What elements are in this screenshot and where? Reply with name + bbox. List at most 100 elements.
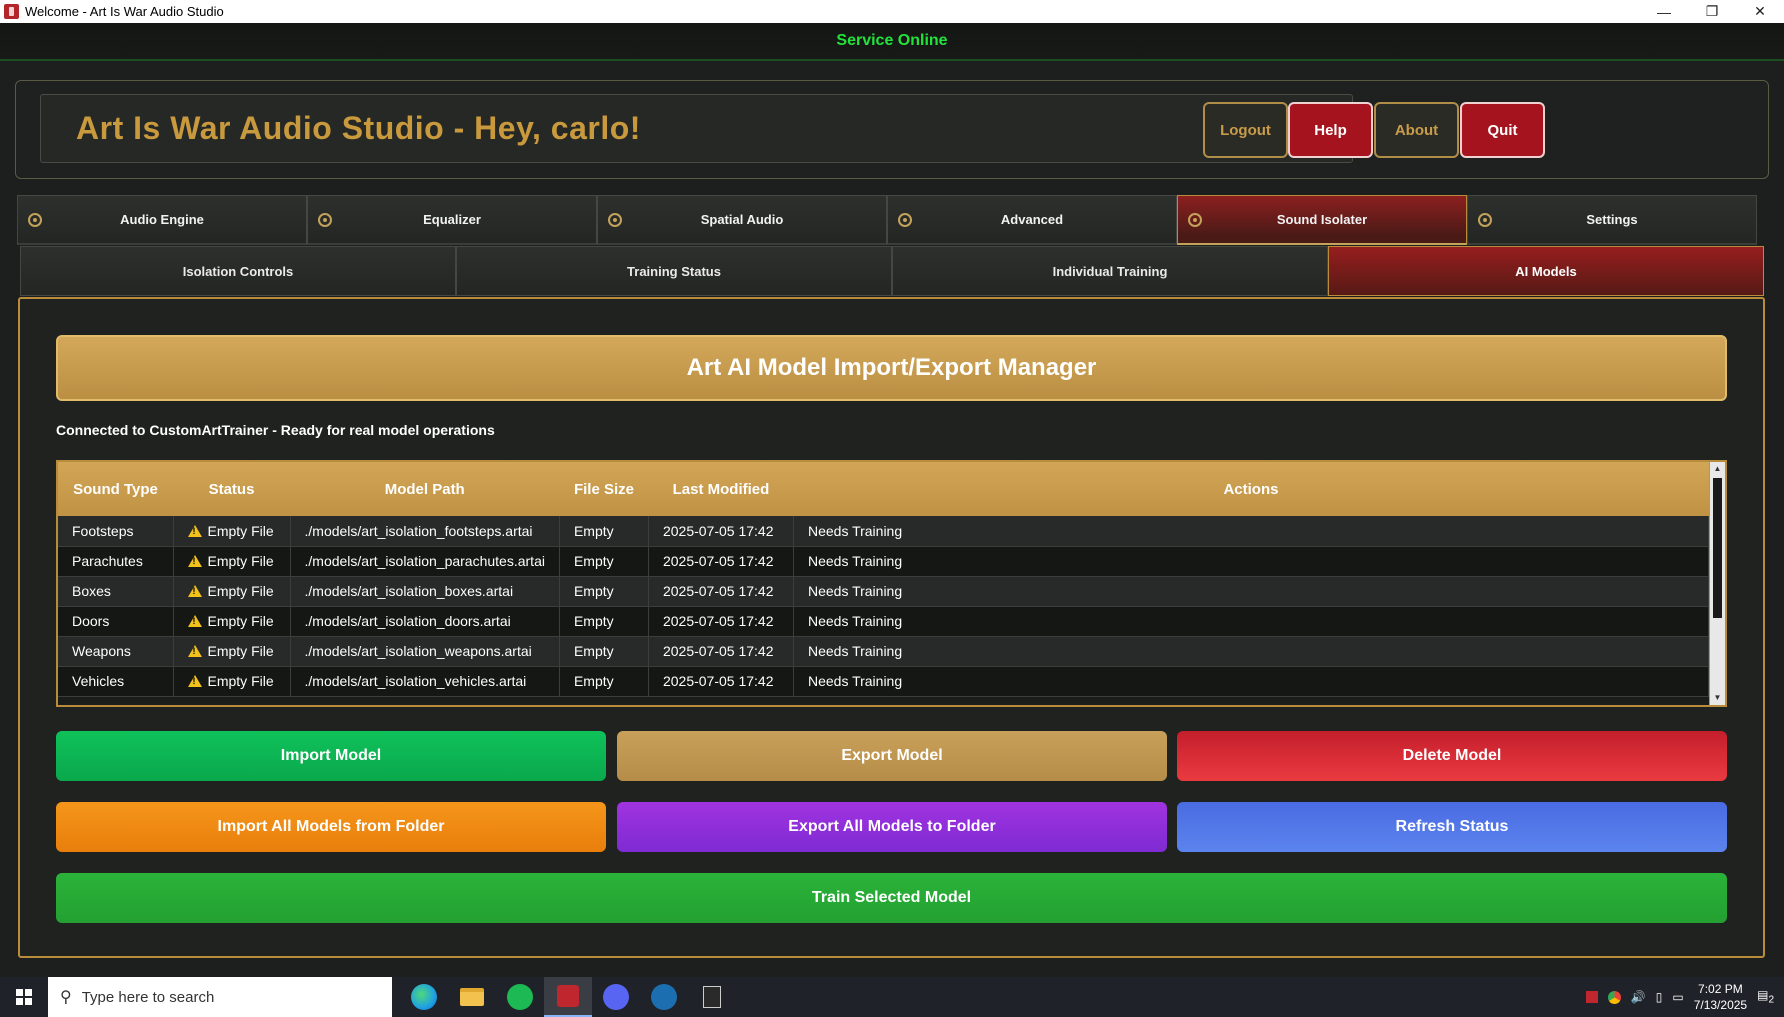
- table-row[interactable]: BoxesEmpty File./models/art_isolation_bo…: [58, 576, 1710, 607]
- col-file-size[interactable]: File Size: [559, 462, 649, 516]
- ai-models-panel: Art AI Model Import/Export Manager Conne…: [18, 297, 1765, 958]
- logout-button[interactable]: Logout: [1203, 102, 1288, 158]
- table-row[interactable]: FootstepsEmpty File./models/art_isolatio…: [58, 516, 1710, 547]
- models-table: Sound Type Status Model Path File Size L…: [56, 460, 1727, 707]
- tab-settings[interactable]: Settings: [1467, 195, 1757, 245]
- close-button[interactable]: ✕: [1736, 0, 1784, 23]
- export-model-button[interactable]: Export Model: [617, 731, 1167, 781]
- warning-icon: [187, 675, 202, 687]
- cell-action: Needs Training: [793, 576, 1710, 607]
- app-title: Art Is War Audio Studio - Hey, carlo!: [40, 94, 1353, 163]
- tab-spatial-audio[interactable]: Spatial Audio: [597, 195, 887, 245]
- epic-games-icon[interactable]: [688, 977, 736, 1017]
- subtab-isolation-controls[interactable]: Isolation Controls: [20, 246, 456, 296]
- help-button[interactable]: Help: [1288, 102, 1373, 158]
- quit-button[interactable]: Quit: [1460, 102, 1545, 158]
- tab-equalizer[interactable]: Equalizer: [307, 195, 597, 245]
- chrome-icon[interactable]: [1607, 990, 1621, 1004]
- header-panel: Art Is War Audio Studio - Hey, carlo! Lo…: [15, 80, 1769, 179]
- col-status[interactable]: Status: [173, 462, 290, 516]
- cell-last-modified: 2025-07-05 17:42: [648, 576, 794, 607]
- tab-sound-isolater[interactable]: Sound Isolater: [1177, 195, 1467, 245]
- table-row[interactable]: ParachutesEmpty File./models/art_isolati…: [58, 546, 1710, 577]
- windows-icon: [16, 989, 32, 1005]
- window-titlebar: Welcome - Art Is War Audio Studio — ❐ ✕: [0, 0, 1784, 23]
- cell-model-path: ./models/art_isolation_weapons.artai: [290, 636, 560, 667]
- edge-icon[interactable]: [400, 977, 448, 1017]
- system-tray: 🔊 ▯ ▭ 7:02 PM 7/13/2025 ▤2: [1585, 981, 1784, 1013]
- scroll-down-icon[interactable]: ▼: [1710, 691, 1725, 705]
- main-tabs: Audio Engine Equalizer Spatial Audio Adv…: [17, 195, 1757, 245]
- cell-file-size: Empty: [559, 666, 649, 697]
- cell-model-path: ./models/art_isolation_footsteps.artai: [290, 516, 560, 547]
- usb-icon[interactable]: ▯: [1656, 990, 1663, 1004]
- export-all-button[interactable]: Export All Models to Folder: [617, 802, 1167, 852]
- import-model-button[interactable]: Import Model: [56, 731, 606, 781]
- col-model-path[interactable]: Model Path: [290, 462, 560, 516]
- cell-last-modified: 2025-07-05 17:42: [648, 666, 794, 697]
- network-icon[interactable]: ▭: [1672, 990, 1683, 1004]
- radio-icon: [318, 213, 332, 227]
- notification-icon[interactable]: ▤2: [1757, 988, 1774, 1005]
- cell-status: Empty File: [173, 546, 291, 577]
- tray-app-icon[interactable]: [1585, 991, 1598, 1003]
- cell-last-modified: 2025-07-05 17:42: [648, 606, 794, 637]
- connection-status: Connected to CustomArtTrainer - Ready fo…: [56, 422, 495, 438]
- col-last-modified[interactable]: Last Modified: [648, 462, 794, 516]
- steam-icon[interactable]: [640, 977, 688, 1017]
- taskbar: ⚲ Type here to search 🔊 ▯ ▭ 7:02 PM 7/13…: [0, 977, 1784, 1017]
- scroll-up-icon[interactable]: ▲: [1710, 462, 1725, 476]
- spotify-icon[interactable]: [496, 977, 544, 1017]
- cell-action: Needs Training: [793, 546, 1710, 577]
- warning-icon: [187, 615, 202, 627]
- minimize-button[interactable]: —: [1640, 0, 1688, 23]
- restore-button[interactable]: ❐: [1688, 0, 1736, 23]
- radio-icon: [1478, 213, 1492, 227]
- cell-sound-type: Parachutes: [58, 546, 174, 577]
- radio-icon: [1188, 213, 1202, 227]
- table-row[interactable]: DoorsEmpty File./models/art_isolation_do…: [58, 606, 1710, 637]
- cell-sound-type: Footsteps: [58, 516, 174, 547]
- radio-icon: [28, 213, 42, 227]
- radio-icon: [898, 213, 912, 227]
- art-is-war-icon[interactable]: [544, 977, 592, 1017]
- about-button[interactable]: About: [1374, 102, 1459, 158]
- discord-icon[interactable]: [592, 977, 640, 1017]
- search-placeholder: Type here to search: [81, 988, 215, 1006]
- notification-count: 2: [1768, 994, 1774, 1006]
- delete-model-button[interactable]: Delete Model: [1177, 731, 1727, 781]
- subtab-individual-training[interactable]: Individual Training: [892, 246, 1328, 296]
- table-row[interactable]: VehiclesEmpty File./models/art_isolation…: [58, 666, 1710, 697]
- tab-advanced[interactable]: Advanced: [887, 195, 1177, 245]
- table-row[interactable]: WeaponsEmpty File./models/art_isolation_…: [58, 636, 1710, 667]
- service-status: Service Online: [0, 23, 1784, 61]
- subtab-training-status[interactable]: Training Status: [456, 246, 892, 296]
- cell-model-path: ./models/art_isolation_doors.artai: [290, 606, 560, 637]
- warning-icon: [187, 524, 202, 537]
- start-button[interactable]: [0, 977, 48, 1017]
- col-sound-type[interactable]: Sound Type: [58, 462, 173, 516]
- subtab-ai-models[interactable]: AI Models: [1328, 246, 1764, 296]
- cell-file-size: Empty: [559, 576, 649, 607]
- file-explorer-icon[interactable]: [448, 977, 496, 1017]
- cell-file-size: Empty: [559, 546, 649, 577]
- app-icon: [4, 4, 19, 19]
- scroll-thumb[interactable]: [1713, 478, 1722, 618]
- import-all-button[interactable]: Import All Models from Folder: [56, 802, 606, 852]
- manager-title: Art AI Model Import/Export Manager: [56, 335, 1727, 401]
- train-selected-button[interactable]: Train Selected Model: [56, 873, 1727, 923]
- cell-last-modified: 2025-07-05 17:42: [648, 546, 794, 577]
- table-scrollbar[interactable]: ▲ ▼: [1709, 462, 1725, 705]
- cell-sound-type: Boxes: [58, 576, 174, 607]
- cell-status: Empty File: [173, 516, 291, 547]
- cell-model-path: ./models/art_isolation_boxes.artai: [290, 576, 560, 607]
- col-actions[interactable]: Actions: [793, 462, 1709, 516]
- tab-audio-engine[interactable]: Audio Engine: [17, 195, 307, 245]
- volume-icon[interactable]: 🔊: [1631, 990, 1646, 1004]
- cell-status: Empty File: [173, 606, 291, 637]
- refresh-status-button[interactable]: Refresh Status: [1177, 802, 1727, 852]
- radio-icon: [608, 213, 622, 227]
- clock[interactable]: 7:02 PM 7/13/2025: [1694, 981, 1747, 1013]
- warning-icon: [187, 555, 202, 567]
- taskbar-search[interactable]: ⚲ Type here to search: [48, 977, 392, 1017]
